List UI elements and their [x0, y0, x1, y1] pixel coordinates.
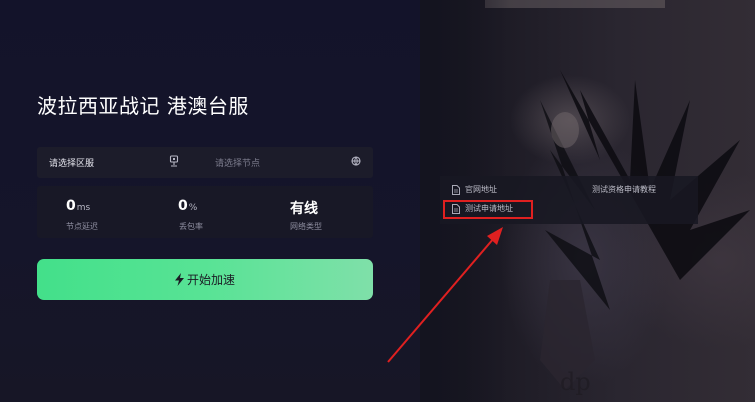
test-qualification-tutorial-label: 测试资格申请教程 [592, 185, 656, 194]
start-acceleration-button[interactable]: 开始加速 [37, 259, 373, 300]
official-site-link-label: 官网地址 [465, 185, 497, 194]
game-title: 波拉西亚战记 港澳台服 [37, 94, 249, 118]
stat-network-type-value: 有线 [290, 201, 318, 217]
stat-network-type: 有线 网络类型 [261, 186, 373, 238]
lightning-bolt-icon [174, 273, 184, 286]
stat-packet-loss-label: 丢包率 [179, 222, 203, 231]
stats-panel: 0ms 节点延迟 0% 丢包率 有线 网络类型 [37, 186, 373, 238]
region-selector-label: 请选择区服 [49, 159, 95, 169]
official-site-link[interactable]: 官网地址 [452, 184, 497, 195]
stat-packet-loss-value: 0 [178, 198, 188, 214]
location-pin-icon [169, 155, 179, 167]
node-selector-label: 请选择节点 [215, 159, 261, 169]
stat-latency-unit: ms [76, 203, 91, 213]
region-selector[interactable]: 请选择区服 [37, 147, 187, 178]
stat-latency-value: 0 [66, 198, 76, 214]
stat-packet-loss-unit: % [188, 203, 198, 213]
art-top-banner [485, 0, 665, 8]
start-acceleration-label: 开始加速 [186, 273, 235, 287]
stat-packet-loss: 0% 丢包率 [149, 186, 261, 238]
stat-latency: 0ms 节点延迟 [37, 186, 149, 238]
annotation-highlight-box [443, 200, 533, 219]
stat-latency-label: 节点延迟 [66, 222, 98, 231]
document-icon [452, 184, 460, 195]
stat-network-type-label: 网络类型 [290, 222, 322, 231]
svg-text:dp: dp [560, 368, 591, 396]
selector-bar: 请选择区服 请选择节点 [37, 147, 373, 178]
test-qualification-tutorial-link[interactable]: 测试资格申请教程 [592, 184, 656, 195]
node-globe-icon [351, 156, 361, 166]
node-selector[interactable]: 请选择节点 [195, 147, 373, 178]
